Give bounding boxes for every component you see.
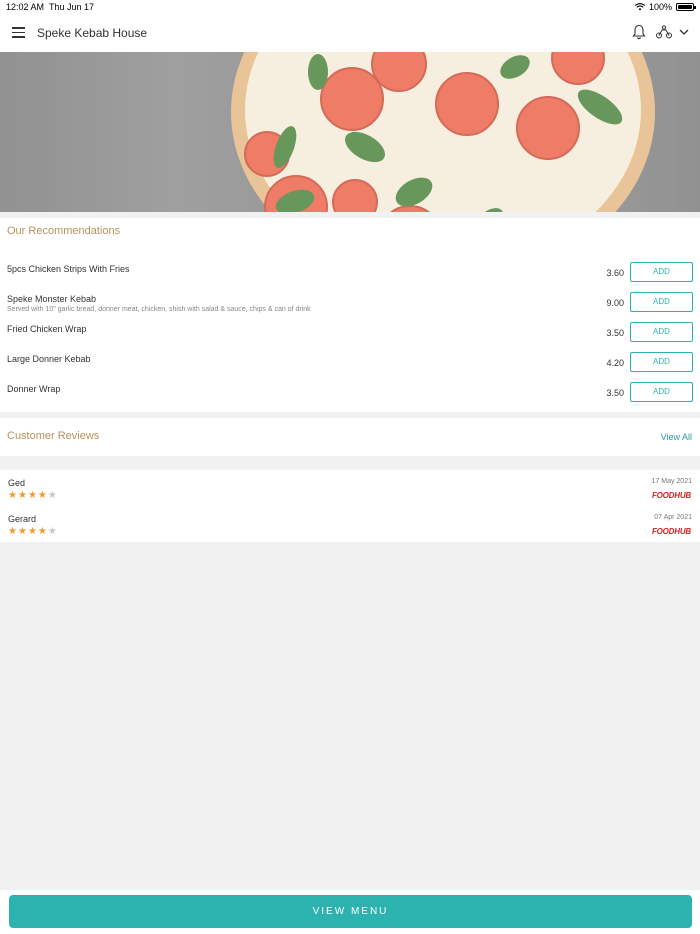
foodhub-logo: FOODHUB xyxy=(651,527,691,536)
star-icon: ★ xyxy=(17,526,27,537)
star-rating: ★ ★ ★ ★ ★ xyxy=(8,527,57,537)
add-button[interactable]: ADD xyxy=(630,382,693,402)
app-header: Speke Kebab House xyxy=(0,14,700,52)
add-button[interactable]: ADD xyxy=(630,352,693,372)
hero-pizza-image xyxy=(0,52,700,212)
reviews-header: Customer Reviews View All xyxy=(0,418,700,456)
recommendations-section: Our Recommendations 5pcs Chicken Strips … xyxy=(0,218,700,412)
star-rating: ★ ★ ★ ★ ★ xyxy=(8,491,57,501)
item-name: Donner Wrap xyxy=(7,384,61,394)
star-icon: ★ xyxy=(37,526,47,537)
reviews-title: Customer Reviews xyxy=(7,430,100,442)
star-icon: ★ xyxy=(37,490,47,501)
delivery-scooter-icon[interactable] xyxy=(655,25,673,39)
wifi-icon xyxy=(634,3,645,11)
foodhub-logo: FOODHUB xyxy=(651,491,691,500)
battery-icon xyxy=(676,3,696,11)
item-price: 9.00 xyxy=(606,298,624,308)
star-icon: ★ xyxy=(8,490,17,501)
star-icon: ★ xyxy=(27,526,37,537)
reviews-list: Ged ★ ★ ★ ★ ★ 17 May 2021 FOODHUB Gerard… xyxy=(0,470,700,542)
menu-item: Large Donner Kebab 4.20 ADD xyxy=(0,352,700,384)
status-bar: 12:02 AM Thu Jun 17 100% xyxy=(0,0,700,14)
star-icon: ★ xyxy=(17,490,27,501)
menu-item: 5pcs Chicken Strips With Fries 3.60 ADD xyxy=(0,262,700,294)
item-name: Fried Chicken Wrap xyxy=(7,324,87,334)
star-empty-icon: ★ xyxy=(47,490,57,501)
item-price: 4.20 xyxy=(606,358,624,368)
review-date: 17 May 2021 xyxy=(651,478,692,485)
reviewer-name: Ged xyxy=(8,478,26,488)
star-icon: ★ xyxy=(27,490,37,501)
menu-item: Fried Chicken Wrap 3.50 ADD xyxy=(0,322,700,354)
item-name: 5pcs Chicken Strips With Fries xyxy=(7,264,130,274)
status-right: 100% xyxy=(634,2,696,12)
review-item: Gerard ★ ★ ★ ★ ★ 07 Apr 2021 FOODHUB xyxy=(0,514,700,550)
recommendations-title: Our Recommendations xyxy=(7,225,121,237)
add-button[interactable]: ADD xyxy=(630,262,693,282)
add-button[interactable]: ADD xyxy=(630,292,693,312)
view-all-link[interactable]: View All xyxy=(661,432,692,442)
battery-percent: 100% xyxy=(648,2,672,12)
menu-item: Donner Wrap 3.50 ADD xyxy=(0,382,700,414)
item-price: 3.50 xyxy=(606,328,624,338)
item-price: 3.50 xyxy=(606,388,624,398)
hamburger-menu-icon[interactable] xyxy=(12,27,25,38)
status-day: Thu Jun 17 xyxy=(49,2,95,12)
star-icon: ★ xyxy=(8,526,17,537)
review-item: Ged ★ ★ ★ ★ ★ 17 May 2021 FOODHUB xyxy=(0,478,700,514)
view-menu-button[interactable]: VIEW MENU xyxy=(9,895,692,928)
item-name: Large Donner Kebab xyxy=(7,354,91,364)
reviewer-name: Gerard xyxy=(8,514,37,524)
restaurant-title: Speke Kebab House xyxy=(37,26,148,40)
star-empty-icon: ★ xyxy=(47,526,57,537)
pizza-illustration xyxy=(0,52,700,212)
item-description: Served with 10" garlic bread, donner mea… xyxy=(7,306,311,313)
bell-icon[interactable] xyxy=(632,24,646,40)
review-date: 07 Apr 2021 xyxy=(654,514,692,521)
status-time: 12:02 AM xyxy=(6,2,45,12)
bottom-bar: VIEW MENU xyxy=(0,890,700,934)
menu-item: Speke Monster Kebab Served with 10" garl… xyxy=(0,292,700,324)
item-name: Speke Monster Kebab xyxy=(7,294,97,304)
add-button[interactable]: ADD xyxy=(630,322,693,342)
chevron-down-icon[interactable] xyxy=(679,28,689,36)
item-price: 3.60 xyxy=(606,268,624,278)
